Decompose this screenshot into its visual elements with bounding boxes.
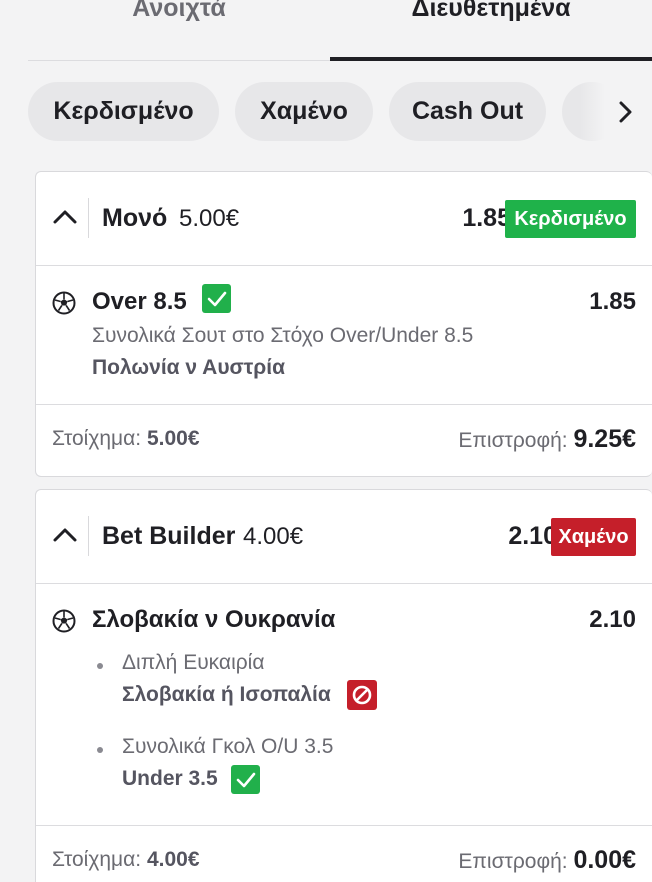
bet-stake: 4.00€ [243, 523, 304, 550]
tab-open[interactable]: Ανοιχτά [28, 0, 330, 60]
bet-card-footer: Στοίχημα: 5.00€ Επιστροφή: 9.25€ [36, 404, 652, 476]
footer-stake: Στοίχημα: 4.00€ [52, 848, 200, 872]
bet-card-header[interactable]: Bet Builder 4.00€ 2.10 Χαμένο [36, 490, 652, 584]
event-odds: 2.10 [589, 606, 636, 633]
bet-type: Μονό [102, 204, 168, 232]
bet-stake: 5.00€ [179, 205, 240, 232]
soccer-ball-icon [52, 609, 76, 633]
header-divider [88, 516, 89, 556]
leg-bullet [97, 747, 103, 753]
bet-card: Μονό 5.00€ 1.85 Κερδισμένο Over 8.5 1.85… [35, 171, 652, 477]
status-badge: Χαμένο [551, 518, 636, 556]
tab-settled[interactable]: Διευθετημένα [330, 0, 652, 60]
chevron-up-icon[interactable] [50, 202, 80, 232]
selection-odds: 1.85 [589, 288, 636, 315]
lost-block-icon [347, 680, 377, 710]
bet-total-odds: 1.85 [462, 204, 511, 232]
bet-total-odds: 2.10 [508, 522, 557, 550]
event-name[interactable]: Πολωνία ν Αυστρία [92, 356, 285, 380]
leg-bullet [97, 663, 103, 669]
stake-label: Στοίχημα: [52, 848, 142, 871]
won-check-icon [202, 284, 231, 313]
return-value: 0.00€ [573, 846, 636, 874]
bet-card-header[interactable]: Μονό 5.00€ 1.85 Κερδισμένο [36, 172, 652, 266]
soccer-ball-icon [52, 291, 76, 315]
footer-return: Επιστροφή: 0.00€ [458, 846, 636, 875]
filter-chip-lost[interactable]: Χαμένο [235, 82, 373, 141]
active-tab-indicator [330, 57, 652, 61]
tab-open-label: Ανοιχτά [132, 0, 226, 22]
leg-selection: Σλοβακία ή Ισοπαλία [122, 683, 331, 706]
bet-card-footer: Στοίχημα: 4.00€ Επιστροφή: 0.00€ [36, 825, 652, 882]
return-value: 9.25€ [573, 425, 636, 453]
return-label: Επιστροφή: [458, 429, 568, 452]
return-label: Επιστροφή: [458, 850, 568, 873]
filter-chip-cashout[interactable]: Cash Out [389, 82, 546, 141]
tab-settled-label: Διευθετημένα [411, 0, 571, 22]
filter-chips: Κερδισμένο Χαμένο Cash Out [28, 82, 652, 142]
leg-market: Συνολικά Γκολ O/U 3.5 [122, 735, 334, 758]
market-name: Συνολικά Σουτ στο Στόχο Over/Under 8.5 [92, 324, 474, 347]
bet-status-tabs: Ανοιχτά Διευθετημένα [0, 0, 652, 62]
filter-chip-won[interactable]: Κερδισμένο [28, 82, 219, 141]
stake-value: 4.00€ [146, 848, 200, 871]
bet-type: Bet Builder [102, 522, 236, 550]
footer-stake: Στοίχημα: 5.00€ [52, 427, 200, 451]
selection-name: Over 8.5 [92, 288, 187, 315]
status-badge: Κερδισμένο [505, 200, 636, 238]
event-name[interactable]: Σλοβακία ν Ουκρανία [92, 606, 335, 634]
bet-card: Bet Builder 4.00€ 2.10 Χαμένο Σλοβακία ν… [35, 489, 652, 882]
stake-label: Στοίχημα: [52, 427, 142, 450]
won-check-icon [231, 765, 260, 794]
stake-value: 5.00€ [146, 427, 200, 450]
header-divider [88, 198, 89, 238]
leg-market: Διπλή Ευκαιρία [122, 651, 265, 674]
leg-selection: Under 3.5 [122, 767, 218, 790]
chevron-up-icon[interactable] [50, 520, 80, 550]
chevron-right-icon[interactable] [612, 98, 640, 126]
footer-return: Επιστροφή: 9.25€ [458, 425, 636, 454]
